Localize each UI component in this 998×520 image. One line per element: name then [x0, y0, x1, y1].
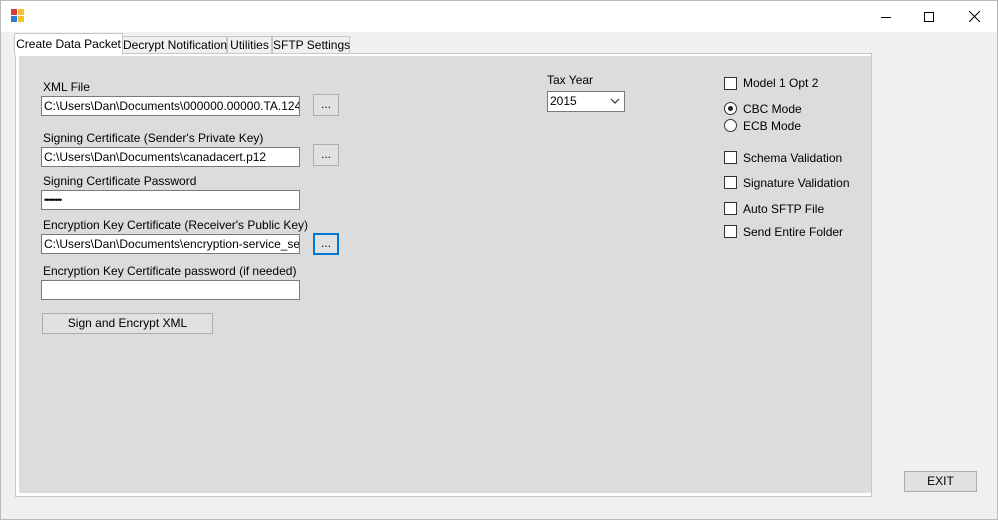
signature-validation-label: Signature Validation: [743, 176, 850, 190]
encryption-cert-label: Encryption Key Certificate (Receiver's P…: [43, 218, 309, 232]
create-data-packet-panel: XML File C:\Users\Dan\Documents\000000.0…: [19, 56, 871, 493]
tab-utilities[interactable]: Utilities: [227, 36, 272, 54]
main-window: Create Data Packet Decrypt Notification …: [0, 0, 998, 520]
signing-cert-input[interactable]: C:\Users\Dan\Documents\canadacert.p12: [41, 147, 300, 167]
tab-create-data-packet[interactable]: Create Data Packet: [14, 33, 123, 55]
cbc-mode-label: CBC Mode: [743, 102, 802, 116]
exit-button[interactable]: EXIT: [904, 471, 977, 492]
chevron-down-icon: [610, 98, 620, 104]
maximize-button[interactable]: [906, 1, 952, 32]
signing-password-input[interactable]: ••••••••: [41, 190, 300, 210]
ecb-mode-radio[interactable]: [724, 119, 737, 132]
radio-dot-icon: [728, 106, 733, 111]
tab-label: Decrypt Notification: [123, 38, 228, 52]
signing-cert-browse-button[interactable]: ...: [313, 144, 339, 166]
minimize-button[interactable]: [863, 1, 909, 32]
schema-validation-checkbox[interactable]: [724, 151, 737, 164]
auto-sftp-label: Auto SFTP File: [743, 202, 825, 216]
tax-year-select[interactable]: 2015: [547, 91, 625, 112]
send-folder-label: Send Entire Folder: [743, 225, 844, 239]
tab-label: SFTP Settings: [273, 38, 351, 52]
close-button[interactable]: [951, 1, 997, 32]
tab-sftp-settings[interactable]: SFTP Settings: [272, 36, 350, 54]
signature-validation-checkbox[interactable]: [724, 176, 737, 189]
encryption-password-input[interactable]: [41, 280, 300, 300]
model1-opt2-label: Model 1 Opt 2: [743, 76, 819, 90]
ecb-mode-label: ECB Mode: [743, 119, 802, 133]
send-folder-checkbox[interactable]: [724, 225, 737, 238]
app-icon: [11, 9, 25, 23]
title-bar[interactable]: [1, 1, 997, 32]
signing-cert-label: Signing Certificate (Sender's Private Ke…: [43, 131, 264, 145]
tab-decrypt-notification[interactable]: Decrypt Notification: [122, 36, 227, 54]
xml-file-input[interactable]: C:\Users\Dan\Documents\000000.00000.TA.1…: [41, 96, 300, 116]
cbc-mode-radio[interactable]: [724, 102, 737, 115]
tax-year-label: Tax Year: [547, 73, 594, 87]
tab-label: Create Data Packet: [16, 37, 121, 51]
schema-validation-label: Schema Validation: [743, 151, 843, 165]
sign-and-encrypt-button[interactable]: Sign and Encrypt XML: [42, 313, 213, 334]
xml-file-browse-button[interactable]: ...: [313, 94, 339, 116]
encryption-cert-browse-button[interactable]: ...: [313, 233, 339, 255]
minimize-icon: [881, 16, 891, 18]
signing-password-label: Signing Certificate Password: [43, 174, 197, 188]
tab-label: Utilities: [230, 38, 269, 52]
xml-file-label: XML File: [43, 80, 90, 94]
encryption-password-label: Encryption Key Certificate password (if …: [43, 264, 297, 278]
encryption-cert-input[interactable]: C:\Users\Dan\Documents\encryption-servic…: [41, 234, 300, 254]
close-icon: [968, 11, 980, 22]
maximize-icon: [924, 11, 934, 22]
auto-sftp-checkbox[interactable]: [724, 202, 737, 215]
tax-year-value: 2015: [550, 94, 577, 108]
model1-opt2-checkbox[interactable]: [724, 77, 737, 90]
